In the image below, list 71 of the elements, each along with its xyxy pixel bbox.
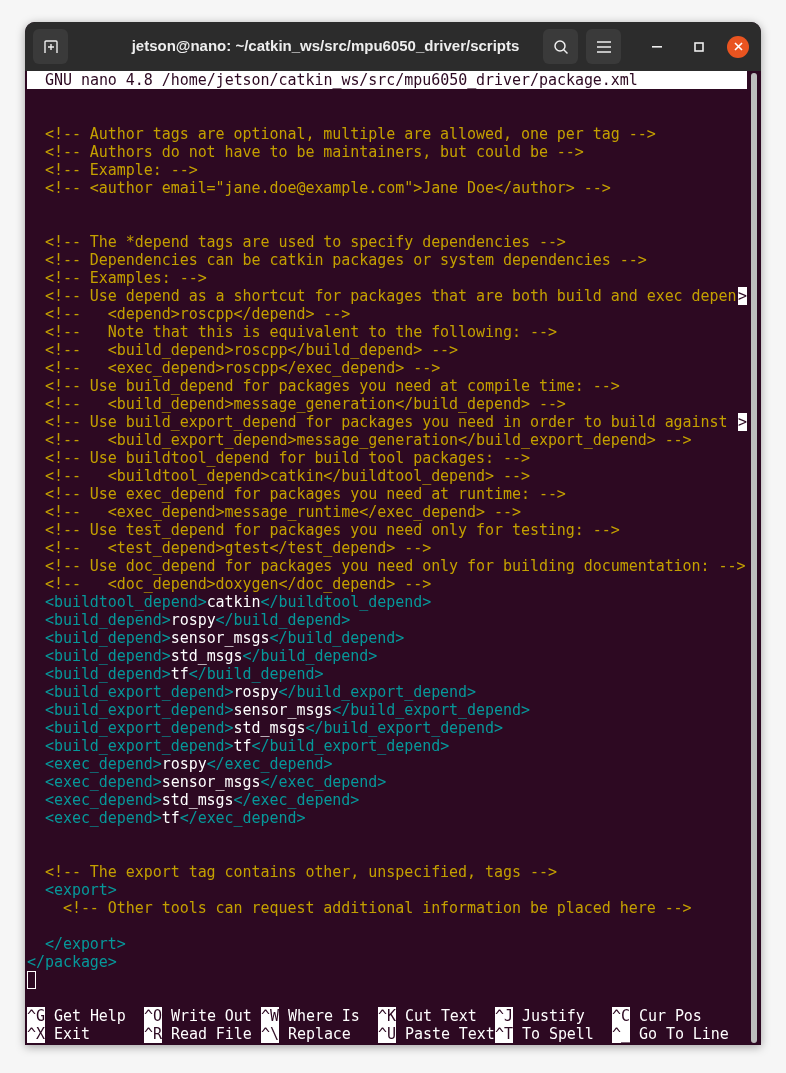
close-button[interactable] [727, 35, 749, 58]
code-line: <exec_depend>tf</exec_depend> [43, 809, 306, 827]
code-line: <!-- <doc_depend>doxygen</doc_depend> --> [43, 575, 432, 593]
code-line: <build_depend>rospy</build_depend> [43, 611, 351, 629]
shortcut-item[interactable]: ^X Exit [27, 1025, 144, 1043]
code-line: <buildtool_depend>catkin</buildtool_depend> [43, 593, 432, 611]
code-line: <exec_depend>rospy</exec_depend> [43, 755, 333, 773]
code-line: <build_depend>sensor_msgs</build_depend> [43, 629, 405, 647]
shortcut-item[interactable]: ^T To Spell [495, 1025, 612, 1043]
code-line: <!-- <depend>roscpp</depend> --> [43, 305, 351, 323]
minimize-icon [652, 45, 662, 48]
code-line: <!-- Examples: --> [43, 269, 207, 287]
code-line: <exec_depend>sensor_msgs</exec_depend> [43, 773, 387, 791]
code-line: <build_export_depend>tf</build_export_depend> [43, 737, 450, 755]
overflow-marker: > [738, 413, 747, 431]
shortcut-item[interactable]: ^U Paste Text [378, 1025, 495, 1043]
shortcut-item[interactable]: ^R Read File [144, 1025, 261, 1043]
code-line: <!-- Use build_depend for packages you need at compile time: --> [43, 377, 620, 395]
code-line: <!-- Use depend as a shortcut for packages that are both build and exec depen [43, 287, 737, 305]
nano-version: GNU nano 4.8 [45, 71, 153, 89]
code-line: <!-- The *depend tags are used to specify dependencies --> [43, 233, 566, 251]
code-line: <build_export_depend>rospy</build_export_depend> [43, 683, 477, 701]
code-line: <!-- Use doc_depend for packages you need only for building documentation: --> [43, 557, 746, 575]
code-line: </export> [43, 935, 126, 953]
code-line: <export> [43, 881, 117, 899]
code-line: <!-- Use exec_depend for packages you need at runtime: --> [43, 485, 566, 503]
code-line: <build_depend>std_msgs</build_depend> [43, 647, 378, 665]
code-line: <!-- Author tags are optional, multiple are allowed, one per tag --> [43, 125, 656, 143]
code-line: <!-- <build_depend>message_generation</build_depend> --> [43, 395, 566, 413]
close-icon [733, 42, 743, 51]
code-line: <!-- Example: --> [43, 161, 198, 179]
text-cursor [27, 971, 36, 989]
code-line: <!-- <build_export_depend>message_generation</build_export_depend> --> [43, 431, 692, 449]
code-line: <!-- <test_depend>gtest</test_depend> --> [43, 539, 432, 557]
code-line: <!-- Use test_depend for packages you need only for testing: --> [43, 521, 620, 539]
new-tab-button[interactable] [33, 29, 68, 64]
scrollbar[interactable] [751, 73, 757, 1043]
menu-button[interactable] [586, 29, 621, 64]
shortcut-item[interactable]: ^C Cur Pos [612, 1007, 729, 1025]
code-line: <exec_depend>std_msgs</exec_depend> [43, 791, 360, 809]
shortcut-item[interactable]: ^J Justify [495, 1007, 612, 1025]
shortcut-item[interactable]: ^K Cut Text [378, 1007, 495, 1025]
code-line: <!-- Use build_export_depend for packages you need in order to build against [43, 413, 728, 431]
code-line: <!-- <exec_depend>roscpp</exec_depend> --> [43, 359, 441, 377]
search-icon [552, 38, 569, 55]
code-line: <!-- <build_depend>roscpp</build_depend> --> [43, 341, 459, 359]
window-title: jetson@nano: ~/catkin_ws/src/mpu6050_driver/scripts [130, 36, 521, 57]
shortcut-item[interactable]: ^_ Go To Line [612, 1025, 729, 1043]
overflow-marker: > [738, 287, 747, 305]
code-line: <!-- Dependencies can be catkin packages or system dependencies --> [43, 251, 647, 269]
shortcut-item[interactable]: ^\ Replace [261, 1025, 378, 1043]
code-line: </package> [27, 953, 117, 971]
search-button[interactable] [543, 29, 578, 64]
file-path: /home/jetson/catkin_ws/src/mpu6050_driver/package.xml [161, 71, 638, 89]
code-line: <!-- Use buildtool_depend for build tool packages: --> [43, 449, 530, 467]
code-line: <build_export_depend>std_msgs</build_export_depend> [43, 719, 503, 737]
shortcut-item[interactable]: ^W Where Is [261, 1007, 378, 1025]
maximize-icon [694, 41, 704, 52]
new-tab-icon [42, 38, 59, 55]
code-line: <build_export_depend>sensor_msgs</build_export_depend> [43, 701, 530, 719]
code-line: <!-- Authors do not have to be maintainers, but could be --> [43, 143, 584, 161]
code-line: <!-- <buildtool_depend>catkin</buildtool_depend> --> [43, 467, 530, 485]
code-line: <build_depend>tf</build_depend> [43, 665, 324, 683]
code-line: <!-- <exec_depend>message_runtime</exec_depend> --> [43, 503, 521, 521]
code-line: <!-- The export tag contains other, unspecified, tags --> [43, 863, 557, 881]
code-line: <!-- Note that this is equivalent to the following: --> [43, 323, 557, 341]
code-line: <!-- <author email="jane.doe@example.com">Jane Doe</author> --> [43, 179, 611, 197]
menu-icon [596, 40, 611, 53]
shortcut-item[interactable]: ^G Get Help [27, 1007, 144, 1025]
code-line: <!-- Other tools can request additional information be placed here --> [61, 899, 692, 917]
shortcut-item[interactable]: ^O Write Out [144, 1007, 261, 1025]
